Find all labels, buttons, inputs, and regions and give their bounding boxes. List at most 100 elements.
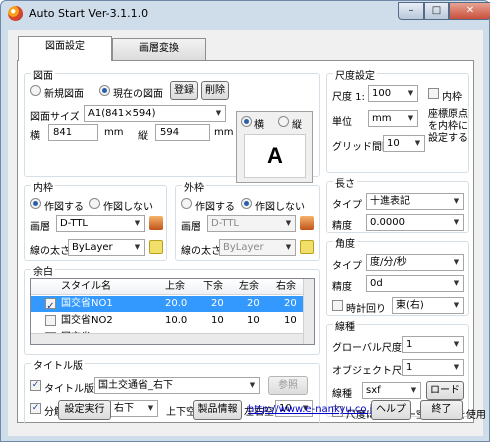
grid-select[interactable]: 10 ▼ — [383, 135, 425, 152]
inner-width-label: 線の太さ — [30, 246, 70, 257]
outer-nodraw-radio[interactable] — [241, 198, 252, 209]
maximize-button[interactable]: □ — [424, 2, 449, 20]
paper-preview: A — [244, 134, 306, 178]
object-scale-select[interactable]: 1 ▼ — [402, 359, 464, 376]
column-style-name: スタイル名 — [61, 281, 111, 292]
row-name: 国交省NO1 — [61, 298, 113, 309]
inner-layer-select[interactable]: D-TTL ▼ — [56, 215, 145, 232]
inner-draw-radio[interactable] — [30, 198, 41, 209]
unit-select[interactable]: mm ▼ — [368, 110, 418, 127]
length-precision-value: 0.0000 — [370, 217, 405, 228]
margin-table: スタイル名 上余 下余 左余 右余 ✓ 国交省NO1 20.0 20 20 20… — [30, 278, 315, 345]
clockwise-label: 時計回り — [346, 304, 386, 315]
inner-width-value: ByLayer — [72, 242, 113, 253]
row-bottom: 20 — [211, 298, 224, 309]
product-info-button[interactable]: 製品情報 — [193, 400, 242, 420]
run-settings-button[interactable]: 設定実行 — [58, 400, 111, 420]
width-input[interactable]: 841 — [48, 124, 98, 141]
global-scale-select[interactable]: 1 ▼ — [402, 336, 464, 353]
inner-nodraw-label: 作図しない — [103, 202, 153, 213]
unit-label: 単位 — [332, 117, 352, 128]
tab-panel: 図面 新規図面 現在の図面 登録 削除 図面サイズ A1(841×594) ▼ … — [17, 60, 486, 425]
angle-direction-select[interactable]: 東(右) ▼ — [392, 297, 464, 314]
length-precision-select[interactable]: 0.0000 ▼ — [366, 214, 464, 231]
landscape-radio[interactable] — [241, 116, 252, 127]
angle-precision-label: 精度 — [332, 282, 352, 293]
chevron-down-icon: ▼ — [249, 381, 256, 389]
angle-type-select[interactable]: 度/分/秒 ▼ — [366, 254, 464, 271]
title-block-checkbox[interactable]: ✓ — [30, 380, 41, 391]
chevron-down-icon: ▼ — [134, 219, 141, 227]
outer-draw-radio[interactable] — [181, 198, 192, 209]
inner-frame-checkbox[interactable] — [428, 88, 439, 99]
table-header: スタイル名 上余 下余 左余 右余 — [31, 279, 303, 295]
title-bar[interactable]: Auto Start Ver-3.1.1.0 – □ ✕ — [1, 1, 490, 27]
angle-type-label: タイプ — [332, 261, 362, 272]
outer-width-select[interactable]: ByLayer ▼ — [219, 239, 296, 256]
lineweight-picker-icon[interactable] — [149, 240, 163, 254]
title-block-select[interactable]: 国土交通省_右下 ▼ — [94, 377, 260, 394]
layer-picker-icon[interactable] — [149, 216, 163, 230]
explode-checkbox[interactable]: ✓ — [30, 403, 41, 414]
delete-button[interactable]: 削除 — [201, 81, 229, 100]
window-title: Auto Start Ver-3.1.1.0 — [29, 7, 149, 20]
length-type-select[interactable]: 十進表記 ▼ — [366, 193, 464, 210]
drawing-size-select[interactable]: A1(841×594) ▼ — [84, 105, 226, 122]
width-label: 横 — [30, 131, 40, 142]
table-row[interactable]: 国交省NO2 10.0 10 10 10 — [31, 313, 303, 329]
inner-nodraw-radio[interactable] — [89, 198, 100, 209]
chevron-down-icon: ▼ — [453, 340, 460, 348]
register-button[interactable]: 登録 — [170, 81, 198, 100]
chevron-down-icon: ▼ — [407, 114, 414, 122]
clockwise-checkbox[interactable] — [332, 300, 343, 311]
website-link[interactable]: http://www.e-nankyu.co.jp — [248, 404, 379, 415]
row-checkbox[interactable] — [45, 315, 56, 326]
table-row[interactable]: ✓ 国交省NO1 20.0 20 20 20 — [31, 296, 303, 312]
global-scale-label: グローバル尺度 — [332, 343, 402, 354]
close-button[interactable]: ✕ — [449, 2, 490, 20]
drawing-group-title: 図面 — [31, 67, 55, 82]
object-scale-value: 1 — [406, 362, 413, 373]
portrait-radio[interactable] — [278, 116, 289, 127]
outer-layer-select[interactable]: D-TTL ▼ — [207, 215, 296, 232]
lineweight-picker-icon[interactable] — [300, 240, 314, 254]
linetype-select[interactable]: sxf ▼ — [362, 382, 421, 399]
new-drawing-radio[interactable] — [30, 85, 41, 96]
chevron-down-icon: ▼ — [285, 219, 292, 227]
row-right: 10 — [284, 315, 297, 326]
drawing-size-label: 図面サイズ — [30, 112, 80, 123]
vertical-scrollbar[interactable] — [303, 279, 314, 344]
current-drawing-radio[interactable] — [99, 85, 110, 96]
chevron-down-icon: ▼ — [407, 89, 414, 97]
tab-drawing-settings[interactable]: 図面設定 — [18, 36, 112, 61]
new-drawing-label: 新規図面 — [44, 89, 84, 100]
angle-precision-select[interactable]: 0d ▼ — [366, 275, 464, 292]
row-checkbox[interactable]: ✓ — [45, 298, 56, 312]
app-icon — [8, 6, 23, 21]
chevron-down-icon: ▼ — [453, 301, 460, 309]
angle-title: 角度 — [333, 235, 357, 250]
height-input[interactable]: 594 — [155, 124, 210, 141]
vspace-label: 上下空 — [166, 407, 196, 418]
scale-title: 尺度設定 — [333, 67, 377, 82]
app-window: Auto Start Ver-3.1.1.0 – □ ✕ 図面設定 画層変換 図… — [0, 0, 490, 442]
outer-width-label: 線の太さ — [181, 246, 221, 257]
chevron-down-icon: ▼ — [414, 139, 421, 147]
help-button[interactable]: ヘルプ — [371, 400, 411, 420]
tab-layer-conversion[interactable]: 画層変換 — [112, 38, 206, 60]
scale-select[interactable]: 100 ▼ — [368, 85, 418, 102]
browse-button[interactable]: 参照 — [268, 376, 308, 395]
layer-picker-icon[interactable] — [300, 216, 314, 230]
load-button[interactable]: ロード — [426, 381, 464, 400]
minimize-button[interactable]: – — [398, 2, 424, 20]
position-select[interactable]: 右下 ▼ — [110, 400, 158, 417]
origin-note-3: 設定する — [428, 133, 468, 144]
angle-type-value: 度/分/秒 — [370, 257, 407, 268]
inner-width-select[interactable]: ByLayer ▼ — [68, 239, 145, 256]
horizontal-scrollbar[interactable] — [31, 333, 303, 344]
outer-draw-label: 作図する — [195, 202, 235, 213]
chevron-down-icon: ▼ — [285, 243, 292, 251]
exit-button[interactable]: 終了 — [420, 400, 463, 420]
row-right: 20 — [284, 298, 297, 309]
chevron-down-icon: ▼ — [215, 109, 222, 117]
